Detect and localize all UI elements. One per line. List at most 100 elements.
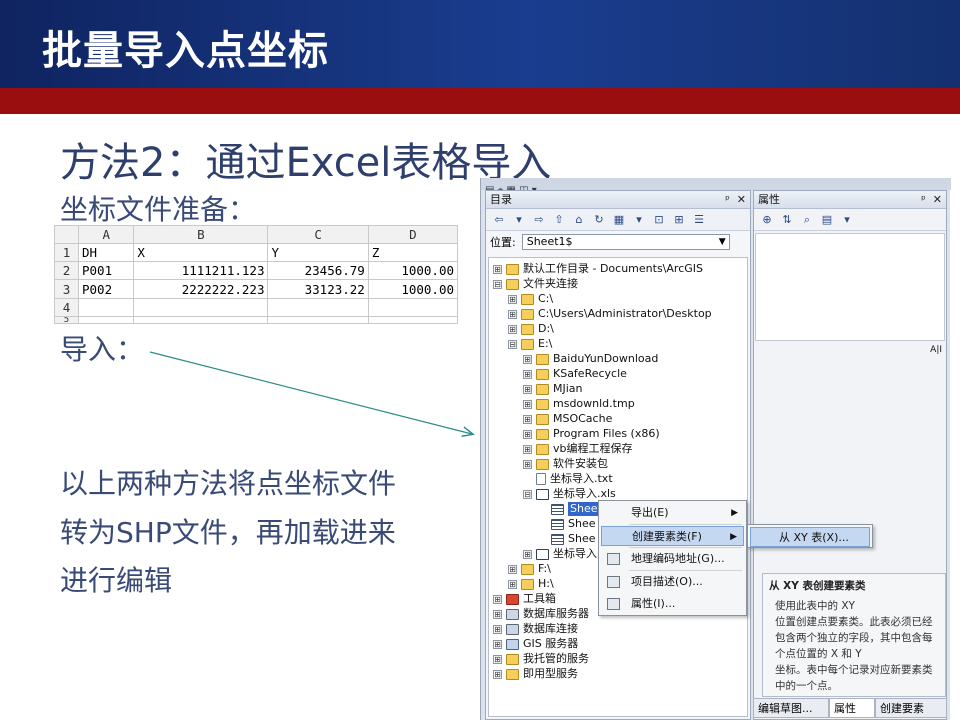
tree-node[interactable]: ⊞ vb编程工程保存 bbox=[523, 442, 633, 456]
tree-node[interactable]: ⊞ C:\Users\Administrator\Desktop bbox=[508, 307, 712, 321]
tree-node[interactable]: ⊞ GIS 服务器 bbox=[493, 637, 578, 651]
expand-icon[interactable]: ⊞ bbox=[493, 639, 502, 649]
tree-node[interactable]: ⊟ E:\ bbox=[508, 337, 552, 351]
tree-node[interactable]: ⊞ 工具箱 bbox=[493, 592, 556, 606]
properties-window-controls[interactable]: ᵖ ✕ bbox=[921, 191, 942, 209]
expand-icon[interactable]: ⊞ bbox=[508, 309, 517, 319]
tab-properties[interactable]: 属性 bbox=[829, 698, 875, 718]
tree-node[interactable]: 坐标导入.txt bbox=[536, 472, 613, 486]
close-icon[interactable]: ✕ bbox=[933, 193, 942, 206]
expand-icon[interactable]: ⊞ bbox=[493, 264, 502, 274]
expand-icon[interactable]: ⊞ bbox=[523, 549, 532, 559]
view-grid-icon[interactable]: ▦ bbox=[610, 212, 628, 228]
menu-item-create-feature-class[interactable]: 创建要素类(F) ▶ bbox=[601, 526, 744, 546]
tab-edit-sketch[interactable]: 编辑草图... bbox=[753, 698, 829, 718]
pin-icon[interactable]: ᵖ bbox=[921, 193, 926, 206]
tree-node[interactable]: ⊞ H:\ bbox=[508, 577, 554, 591]
tree-node-label: Shee bbox=[568, 517, 596, 530]
tree-node[interactable]: ⊞ 我托管的服务 bbox=[493, 652, 589, 666]
tree-node[interactable]: ⊞ 数据库连接 bbox=[493, 622, 578, 636]
tree-node-label: KSafeRecycle bbox=[553, 367, 627, 380]
tree-node[interactable]: ⊞ 即用型服务 bbox=[493, 667, 578, 681]
tree-node-label: E:\ bbox=[538, 337, 553, 350]
expand-icon[interactable]: ⊞ bbox=[523, 399, 532, 409]
tree-node[interactable]: ⊞ MSOCache bbox=[523, 412, 612, 426]
tree-node[interactable]: ⊟ 坐标导入.xls bbox=[523, 487, 616, 501]
sort-az-icon[interactable]: ⇅ bbox=[778, 212, 796, 228]
back-icon[interactable]: ⇦ bbox=[490, 212, 508, 228]
back-dropdown-icon[interactable]: ▾ bbox=[510, 212, 528, 228]
forward-icon[interactable]: ⇨ bbox=[530, 212, 548, 228]
expand-icon[interactable]: ⊞ bbox=[493, 624, 502, 634]
catalog-toolbar: ⇦ ▾ ⇨ ⇧ ⌂ ↻ ▦ ▾ ⊡ ⊞ ☰ bbox=[486, 209, 750, 231]
menu-item-geocode-addresses[interactable]: 地理编码地址(G)... bbox=[601, 549, 744, 569]
tab-create-features[interactable]: 创建要素 bbox=[875, 698, 947, 718]
tree-node[interactable]: ⊞ MJian bbox=[523, 382, 583, 396]
expand-icon[interactable]: ⊞ bbox=[508, 324, 517, 334]
collapse-icon[interactable]: ⊟ bbox=[493, 279, 502, 289]
expand-icon[interactable]: ⊞ bbox=[493, 609, 502, 619]
expand-icon[interactable]: ⊞ bbox=[508, 579, 517, 589]
excel-cell bbox=[367, 315, 459, 325]
close-icon[interactable]: ✕ bbox=[737, 193, 746, 206]
tree-node[interactable]: ⊞ 数据库服务器 bbox=[493, 607, 589, 621]
tree-node[interactable]: ⊟ 文件夹连接 bbox=[493, 277, 578, 291]
collapse-icon[interactable]: ⊟ bbox=[508, 339, 517, 349]
toggle-tree-icon[interactable]: ⊞ bbox=[670, 212, 688, 228]
expand-icon[interactable]: ⊞ bbox=[523, 429, 532, 439]
expand-icon[interactable]: ⊞ bbox=[523, 354, 532, 364]
pin-icon[interactable]: ᵖ bbox=[725, 193, 730, 206]
home-icon[interactable]: ⌂ bbox=[570, 212, 588, 228]
search-icon[interactable]: ⌕ bbox=[798, 212, 816, 228]
expand-icon[interactable]: ⊞ bbox=[493, 594, 502, 604]
excel-row: 1 DH X Y Z bbox=[54, 242, 459, 263]
tree-node[interactable]: ⊞ KSafeRecycle bbox=[523, 367, 627, 381]
view-dropdown-icon[interactable]: ▾ bbox=[630, 212, 648, 228]
tree-node[interactable]: ⊞ D:\ bbox=[508, 322, 554, 336]
folder-icon bbox=[536, 428, 549, 440]
up-folder-icon[interactable]: ⇧ bbox=[550, 212, 568, 228]
tree-node[interactable]: Shee bbox=[551, 517, 596, 531]
expand-icon[interactable]: ⊞ bbox=[493, 669, 502, 679]
tree-node[interactable]: ⊞ C:\ bbox=[508, 292, 553, 306]
expand-icon[interactable]: ⊞ bbox=[523, 384, 532, 394]
menu-item-properties[interactable]: 属性(I)... bbox=[601, 594, 744, 614]
categorized-icon[interactable]: ⊕ bbox=[758, 212, 776, 228]
database-connection-icon bbox=[506, 623, 519, 635]
gis-server-icon bbox=[506, 638, 519, 650]
tree-node[interactable]: ⊞ 软件安装包 bbox=[523, 457, 608, 471]
connect-folder-icon[interactable]: ⊡ bbox=[650, 212, 668, 228]
expand-icon[interactable]: ⊞ bbox=[523, 459, 532, 469]
chevron-down-icon[interactable]: ▼ bbox=[719, 235, 726, 249]
menu-item-from-xy-table[interactable]: 从 XY 表(X)... bbox=[750, 527, 870, 547]
tree-node[interactable]: ⊞ Program Files (x86) bbox=[523, 427, 660, 441]
menu-item-description[interactable]: 项目描述(O)... bbox=[601, 572, 744, 592]
catalog-window-controls[interactable]: ᵖ ✕ bbox=[725, 191, 746, 209]
expand-icon[interactable]: ⊞ bbox=[508, 294, 517, 304]
properties-mini-buttons[interactable]: A|I bbox=[930, 345, 942, 355]
create-feature-class-submenu: 从 XY 表(X)... bbox=[747, 524, 873, 548]
tree-node[interactable]: ⊞ 坐标导入 bbox=[523, 547, 597, 561]
expand-icon[interactable]: ⊞ bbox=[523, 414, 532, 424]
tree-node[interactable]: ⊞ BaiduYunDownload bbox=[523, 352, 658, 366]
options-icon[interactable]: ☰ bbox=[690, 212, 708, 228]
expand-icon[interactable]: ⊞ bbox=[523, 369, 532, 379]
excel-row-number: 4 bbox=[54, 297, 79, 317]
collapse-icon[interactable]: ⊟ bbox=[523, 489, 532, 499]
location-combo[interactable]: Sheet1$ ▼ bbox=[521, 234, 730, 250]
tree-node-label: F:\ bbox=[538, 562, 551, 575]
expand-icon[interactable]: ⊞ bbox=[523, 444, 532, 454]
tooltip-line: 个点位置的 X 和 Y bbox=[775, 648, 862, 660]
tooltip-title: 从 XY 表创建要素类 bbox=[769, 580, 866, 592]
pages-icon[interactable]: ▤ bbox=[818, 212, 836, 228]
tree-node[interactable]: ⊞ F:\ bbox=[508, 562, 551, 576]
expand-icon[interactable]: ⊞ bbox=[508, 564, 517, 574]
refresh-icon[interactable]: ↻ bbox=[590, 212, 608, 228]
tree-node[interactable]: Shee bbox=[551, 532, 596, 546]
folder-icon bbox=[536, 383, 549, 395]
pages-dropdown-icon[interactable]: ▾ bbox=[838, 212, 856, 228]
menu-item-export[interactable]: 导出(E) ▶ bbox=[601, 503, 744, 523]
tree-node[interactable]: ⊞ msdownld.tmp bbox=[523, 397, 635, 411]
tree-node[interactable]: ⊞ 默认工作目录 - Documents\ArcGIS bbox=[493, 262, 703, 276]
expand-icon[interactable]: ⊞ bbox=[493, 654, 502, 664]
